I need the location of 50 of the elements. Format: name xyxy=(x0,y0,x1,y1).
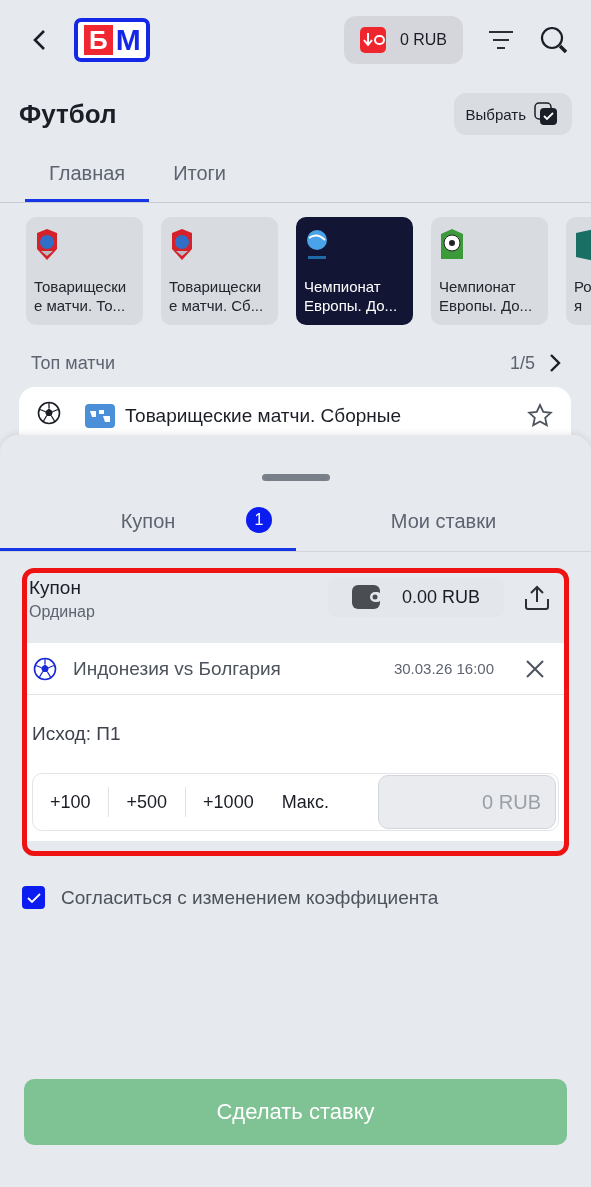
chevron-right-icon[interactable] xyxy=(549,353,561,373)
league-name: Чемпионат Европы. До... xyxy=(439,277,534,315)
league-name: Ро я xyxy=(574,277,591,315)
tab[interactable]: Итоги xyxy=(149,148,251,202)
tab[interactable]: Главная xyxy=(25,148,150,202)
stake-input[interactable]: 0 RUB xyxy=(378,775,556,829)
select-button[interactable]: Выбрать xyxy=(453,93,572,135)
page-title: Футбол xyxy=(19,98,117,130)
league-name: Чемпионат Европы. До... xyxy=(304,277,399,315)
quick-amount-button[interactable]: +500 xyxy=(108,787,187,817)
close-icon[interactable] xyxy=(526,659,544,678)
league-name: Товарищески е матчи. То... xyxy=(34,277,128,315)
checkbox-label: Согласиться с изменением коэффициента xyxy=(61,886,439,909)
share-icon[interactable] xyxy=(524,585,550,611)
tab[interactable]: Мои ставки xyxy=(296,494,591,551)
quick-amount-button[interactable]: +100 xyxy=(33,787,109,817)
coupon-title: Купон xyxy=(29,577,82,599)
section-title: Топ матчи xyxy=(31,352,115,374)
quick-amount-button[interactable]: Макс. xyxy=(271,787,340,817)
soccer-ball-icon xyxy=(33,656,57,681)
drag-handle[interactable] xyxy=(261,474,330,481)
tab[interactable]: Купон 1 xyxy=(0,494,296,551)
league-card[interactable]: Товарищески е матчи. Сб... xyxy=(161,217,278,325)
logo: Б М xyxy=(74,18,150,62)
match-teams: Индонезия vs Болгария xyxy=(73,657,281,680)
quick-amount-button[interactable]: +1000 xyxy=(186,787,272,817)
soccer-ball-icon xyxy=(37,401,61,425)
balance-button[interactable]: 0 RUB xyxy=(343,16,463,64)
world-map-icon xyxy=(85,404,115,428)
bet-type: Ординар xyxy=(29,603,95,621)
league-title: Товарищеские матчи. Сборные xyxy=(125,404,401,428)
filter-icon[interactable] xyxy=(487,29,515,51)
outcome-label: Исход: П1 xyxy=(32,723,122,745)
league-name: Товарищески е матчи. Сб... xyxy=(169,277,265,315)
select-checkbox-icon xyxy=(534,102,558,126)
checkbox[interactable] xyxy=(22,886,45,909)
match-datetime: 30.03.26 16:00 xyxy=(393,660,494,677)
count-badge: 1 xyxy=(246,507,272,533)
balance-amount: 0.00 RUB xyxy=(401,586,480,608)
check-icon xyxy=(26,892,41,903)
league-card[interactable]: Чемпионат Европы. До... xyxy=(296,217,413,325)
page-counter: 1/5 xyxy=(509,352,535,374)
league-card[interactable]: Ро я xyxy=(566,217,591,325)
search-icon[interactable] xyxy=(539,25,569,55)
league-card[interactable]: Товарищески е матчи. То... xyxy=(26,217,143,325)
wallet-icon xyxy=(351,585,380,609)
league-card[interactable]: Чемпионат Европы. До... xyxy=(431,217,548,325)
hexagon-icon xyxy=(574,229,591,261)
wallet-icon xyxy=(359,27,386,53)
star-icon[interactable] xyxy=(527,403,553,429)
